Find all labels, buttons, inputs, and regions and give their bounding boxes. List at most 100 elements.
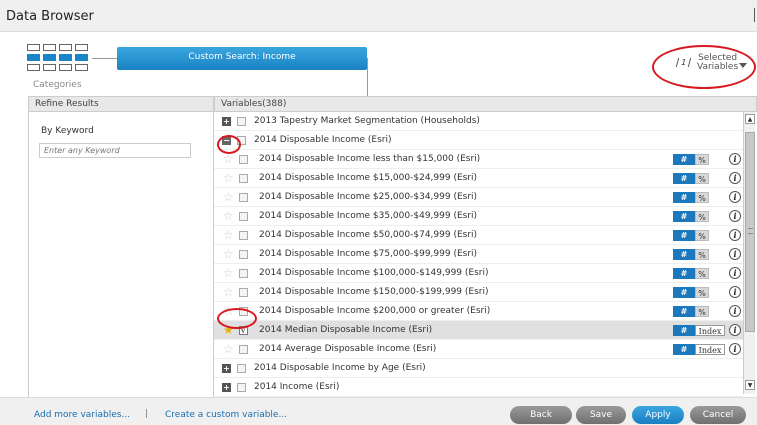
category-bar: Categories Custom Search: Income 1 Selec… <box>0 32 757 96</box>
percent-toggle[interactable]: % <box>695 287 709 298</box>
count-toggle[interactable]: # <box>673 306 695 317</box>
info-icon[interactable]: i <box>729 153 741 165</box>
info-icon[interactable]: i <box>729 267 741 279</box>
percent-toggle[interactable]: % <box>695 249 709 260</box>
variable-row[interactable]: ☆ 2014 Disposable Income $25,000-$34,999 … <box>214 188 743 207</box>
count-toggle[interactable]: # <box>673 344 695 355</box>
count-toggle[interactable]: # <box>673 211 695 222</box>
variable-row[interactable]: ★ √ 2014 Median Disposable Income (Esri) # I… <box>214 321 743 340</box>
variable-checkbox[interactable] <box>239 269 248 278</box>
index-toggle[interactable]: Index <box>695 325 725 336</box>
favorite-star-icon[interactable]: ☆ <box>223 285 234 299</box>
categories-grid-icon[interactable] <box>27 44 89 78</box>
annotation-oval <box>217 135 241 154</box>
info-icon[interactable]: i <box>729 210 741 222</box>
percent-toggle[interactable]: % <box>695 268 709 279</box>
group-checkbox[interactable] <box>237 364 246 373</box>
percent-toggle[interactable]: % <box>695 211 709 222</box>
percent-toggle[interactable]: % <box>695 230 709 241</box>
variable-group-row[interactable]: −2014 Disposable Income (Esri) <box>214 131 743 150</box>
favorite-star-icon[interactable]: ☆ <box>223 266 234 280</box>
grid-cell <box>75 64 88 71</box>
variables-header: Variables(388) <box>214 96 757 112</box>
variable-label: 2013 Tapestry Market Segmentation (House… <box>254 116 480 126</box>
variable-group-row[interactable]: +2014 Income (Esri) <box>214 378 743 397</box>
variable-row[interactable]: ☆ 2014 Disposable Income $150,000-$199,99… <box>214 283 743 302</box>
save-button[interactable]: Save <box>576 406 626 424</box>
grid-cell <box>43 64 56 71</box>
grid-cell <box>43 44 56 51</box>
variable-checkbox[interactable] <box>239 155 248 164</box>
add-more-variables-link[interactable]: Add more variables... <box>34 410 130 420</box>
count-toggle[interactable]: # <box>673 325 695 336</box>
favorite-star-icon[interactable]: ☆ <box>223 247 234 261</box>
variable-row[interactable]: ☆ 2014 Disposable Income less than $15,00… <box>214 150 743 169</box>
scroll-thumb[interactable] <box>745 132 755 332</box>
info-icon[interactable]: i <box>729 286 741 298</box>
back-button[interactable]: Back <box>510 406 572 424</box>
variable-row[interactable]: ☆ 2014 Disposable Income $50,000-$74,999 … <box>214 226 743 245</box>
favorite-star-icon[interactable]: ☆ <box>223 228 234 242</box>
variables-scrollbar[interactable]: ▲ ▼ <box>743 112 755 394</box>
scroll-down-button[interactable]: ▼ <box>745 380 755 390</box>
variable-checkbox[interactable] <box>239 250 248 259</box>
favorite-star-icon[interactable]: ☆ <box>223 209 234 223</box>
refine-panel: By Keyword <box>28 112 214 397</box>
favorite-star-icon[interactable]: ☆ <box>223 190 234 204</box>
count-toggle[interactable]: # <box>673 154 695 165</box>
variable-label: 2014 Disposable Income less than $15,000… <box>259 154 481 164</box>
variable-checkbox[interactable] <box>239 288 248 297</box>
count-toggle[interactable]: # <box>673 173 695 184</box>
count-toggle[interactable]: # <box>673 230 695 241</box>
favorite-star-icon[interactable]: ☆ <box>223 152 234 166</box>
variable-row[interactable]: ☆ 2014 Disposable Income $75,000-$99,999 … <box>214 245 743 264</box>
variable-checkbox[interactable] <box>239 212 248 221</box>
expand-icon[interactable]: + <box>222 117 231 126</box>
variable-row[interactable]: ☆ 2014 Disposable Income $35,000-$49,999 … <box>214 207 743 226</box>
variable-row[interactable]: ☆ 2014 Average Disposable Income (Esri) # I… <box>214 340 743 359</box>
info-icon[interactable]: i <box>729 305 741 317</box>
apply-button[interactable]: Apply <box>632 406 684 424</box>
percent-toggle[interactable]: % <box>695 306 709 317</box>
variable-checkbox[interactable] <box>239 231 248 240</box>
variable-checkbox[interactable] <box>239 174 248 183</box>
variable-group-row[interactable]: +2013 Tapestry Market Segmentation (Hous… <box>214 112 743 131</box>
variable-checkbox[interactable] <box>239 193 248 202</box>
count-toggle[interactable]: # <box>673 268 695 279</box>
create-custom-variable-link[interactable]: Create a custom variable... <box>165 410 287 420</box>
variable-row[interactable]: ☆ 2014 Disposable Income $100,000-$149,99… <box>214 264 743 283</box>
expand-icon[interactable]: + <box>222 364 231 373</box>
info-icon[interactable]: i <box>729 324 741 336</box>
group-checkbox[interactable] <box>237 117 246 126</box>
index-toggle[interactable]: Index <box>695 344 725 355</box>
grid-cell <box>43 54 56 61</box>
cancel-button[interactable]: Cancel <box>690 406 746 424</box>
info-icon[interactable]: i <box>729 343 741 355</box>
variable-checkbox[interactable] <box>239 345 248 354</box>
categories-label: Categories <box>33 80 82 90</box>
custom-search-tab[interactable]: Custom Search: Income <box>117 47 367 70</box>
scroll-up-button[interactable]: ▲ <box>745 114 755 124</box>
title-bar: Data Browser <box>0 0 757 32</box>
info-icon[interactable]: i <box>729 172 741 184</box>
variable-row[interactable]: ☆ 2014 Disposable Income $200,000 or grea… <box>214 302 743 321</box>
variable-label: 2014 Disposable Income $50,000-$74,999 (… <box>259 230 478 240</box>
info-icon[interactable]: i <box>729 248 741 260</box>
count-toggle[interactable]: # <box>673 287 695 298</box>
info-icon[interactable]: i <box>729 191 741 203</box>
group-checkbox[interactable] <box>237 383 246 392</box>
percent-toggle[interactable]: % <box>695 173 709 184</box>
count-toggle[interactable]: # <box>673 192 695 203</box>
annotation-oval <box>217 308 257 329</box>
variable-row[interactable]: ☆ 2014 Disposable Income $15,000-$24,999 … <box>214 169 743 188</box>
percent-toggle[interactable]: % <box>695 192 709 203</box>
by-keyword-label: By Keyword <box>41 126 94 136</box>
favorite-star-icon[interactable]: ☆ <box>223 171 234 185</box>
expand-icon[interactable]: + <box>222 383 231 392</box>
variable-group-row[interactable]: +2014 Disposable Income by Age (Esri) <box>214 359 743 378</box>
info-icon[interactable]: i <box>729 229 741 241</box>
keyword-search-input[interactable] <box>39 143 191 158</box>
percent-toggle[interactable]: % <box>695 154 709 165</box>
count-toggle[interactable]: # <box>673 249 695 260</box>
favorite-star-icon[interactable]: ☆ <box>223 342 234 356</box>
